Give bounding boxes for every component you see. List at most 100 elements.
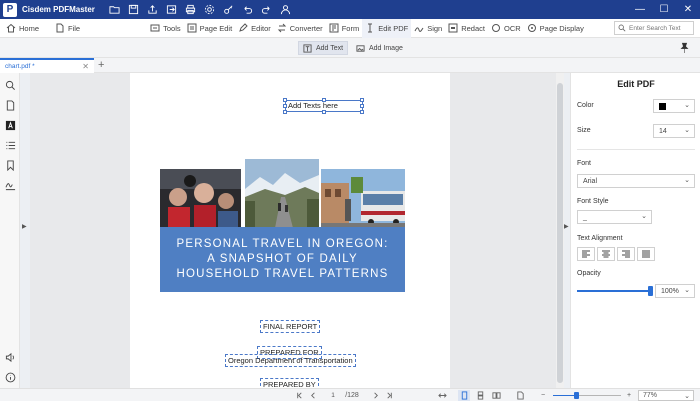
font-select[interactable]: Arial ⌄ [577,174,695,188]
single-page-view-button[interactable] [458,390,470,401]
collapse-left-panel-button[interactable]: ▶ [20,73,30,388]
menu-page-display[interactable]: Page Display [524,19,587,38]
pages-icon[interactable] [4,99,16,111]
final-report-text[interactable]: FINAL REPORT [260,320,321,333]
odot-text[interactable]: Oregon Department of Transportation [225,354,356,367]
resize-handle[interactable] [283,98,287,102]
chevron-down-icon: ⌄ [684,177,690,184]
two-page-icon [491,392,501,399]
tab-bar: chart.pdf * ✕ + [0,58,700,73]
chevron-down-icon: ⌄ [684,392,690,400]
signature-icon[interactable] [4,179,16,191]
zoom-slider-handle[interactable] [574,392,579,399]
read-mode-button[interactable] [514,390,526,401]
search-box[interactable] [614,21,694,35]
zoom-slider[interactable] [553,395,621,396]
scrollbar-thumb[interactable] [557,83,563,383]
page-number-input[interactable] [325,390,341,401]
search-panel-icon[interactable] [4,79,16,91]
add-text-button[interactable]: Add Text [298,41,349,55]
resize-handle[interactable] [322,110,326,114]
menu-ocr[interactable]: OCR [488,19,524,38]
align-justify-button[interactable] [637,247,655,261]
redo-icon[interactable] [261,4,273,16]
opacity-label: Opacity [577,270,601,277]
continuous-view-button[interactable] [474,390,486,401]
align-center-button[interactable] [597,247,615,261]
sign-icon [414,27,424,32]
text-tool-icon[interactable] [4,119,16,131]
resize-handle[interactable] [283,110,287,114]
text-box-icon [303,43,312,53]
opacity-slider-handle[interactable] [648,286,653,296]
export-icon[interactable] [166,4,178,16]
app-logo-icon: P [3,2,17,17]
menu-redact[interactable]: Redact [445,19,488,38]
share-icon[interactable] [147,4,159,16]
align-left-button[interactable] [577,247,595,261]
key-icon[interactable] [223,4,235,16]
read-mode-icon [516,391,524,400]
two-page-view-button[interactable] [490,390,502,401]
menu-form[interactable]: Form [326,19,363,38]
opacity-slider[interactable] [577,290,650,292]
menu-sign[interactable]: Sign [411,19,445,38]
new-tab-button[interactable]: + [98,59,104,71]
search-input[interactable] [629,24,691,32]
title-bar: P Cisdem PDFMaster — ☐ ✕ [0,0,700,19]
maximize-button[interactable]: ☐ [652,0,676,19]
menu-tools[interactable]: Tools [147,19,184,38]
zoom-out-button[interactable]: − [538,390,548,401]
zoom-in-button[interactable]: + [624,390,634,401]
undo-icon[interactable] [242,4,254,16]
align-center-icon [602,250,610,258]
size-select[interactable]: 14 ⌄ [653,124,695,138]
zoom-select[interactable]: 77% ⌄ [638,390,694,401]
last-page-button[interactable] [384,390,394,401]
menu-home[interactable]: Home [3,19,42,38]
title-banner[interactable]: PERSONAL TRAVEL IN OREGON: A SNAPSHOT OF… [160,227,405,292]
audio-icon[interactable] [4,351,16,363]
document-tab[interactable]: chart.pdf * ✕ [0,58,94,73]
menu-editor[interactable]: Editor [235,19,274,38]
bookmark-icon[interactable] [4,159,16,171]
prepared-by-text[interactable]: PREPARED BY [260,378,319,388]
folder-icon[interactable] [109,4,121,16]
resize-handle[interactable] [360,110,364,114]
previous-page-button[interactable] [308,390,318,401]
color-picker[interactable]: ⌄ [653,99,695,113]
save-icon[interactable] [128,4,140,16]
resize-handle[interactable] [360,98,364,102]
panel-title: Edit PDF [617,79,655,89]
pin-icon[interactable] [679,42,690,53]
next-page-button[interactable] [370,390,380,401]
ocr-icon [491,24,500,32]
settings-icon[interactable] [204,4,216,16]
text-alignment-label: Text Alignment [577,235,623,242]
app-name: Cisdem PDFMaster [22,5,95,14]
add-image-button[interactable]: Add Image [352,41,407,55]
menu-page-edit[interactable]: Page Edit [184,19,236,38]
font-style-select[interactable]: _ ⌄ [577,210,652,224]
resize-handle[interactable] [322,98,326,102]
redact-icon [448,23,458,33]
resize-handle[interactable] [283,104,287,108]
tools-icon [150,24,160,32]
first-page-button[interactable] [294,390,304,401]
opacity-select[interactable]: 100% ⌄ [655,284,695,298]
align-right-button[interactable] [617,247,635,261]
menu-converter[interactable]: Converter [274,19,326,38]
minimize-button[interactable]: — [628,0,652,19]
print-icon[interactable] [185,4,197,16]
menu-file[interactable]: File [52,19,83,38]
fit-width-button[interactable] [436,390,448,401]
list-icon[interactable] [4,139,16,151]
menu-edit-pdf[interactable]: Edit PDF [362,18,412,38]
info-icon[interactable] [4,371,16,383]
resize-handle[interactable] [360,104,364,108]
user-icon[interactable] [280,4,292,16]
align-justify-icon [642,250,650,258]
close-tab-icon[interactable]: ✕ [82,62,89,71]
vertical-scrollbar[interactable] [556,73,564,388]
close-window-button[interactable]: ✕ [676,0,700,19]
